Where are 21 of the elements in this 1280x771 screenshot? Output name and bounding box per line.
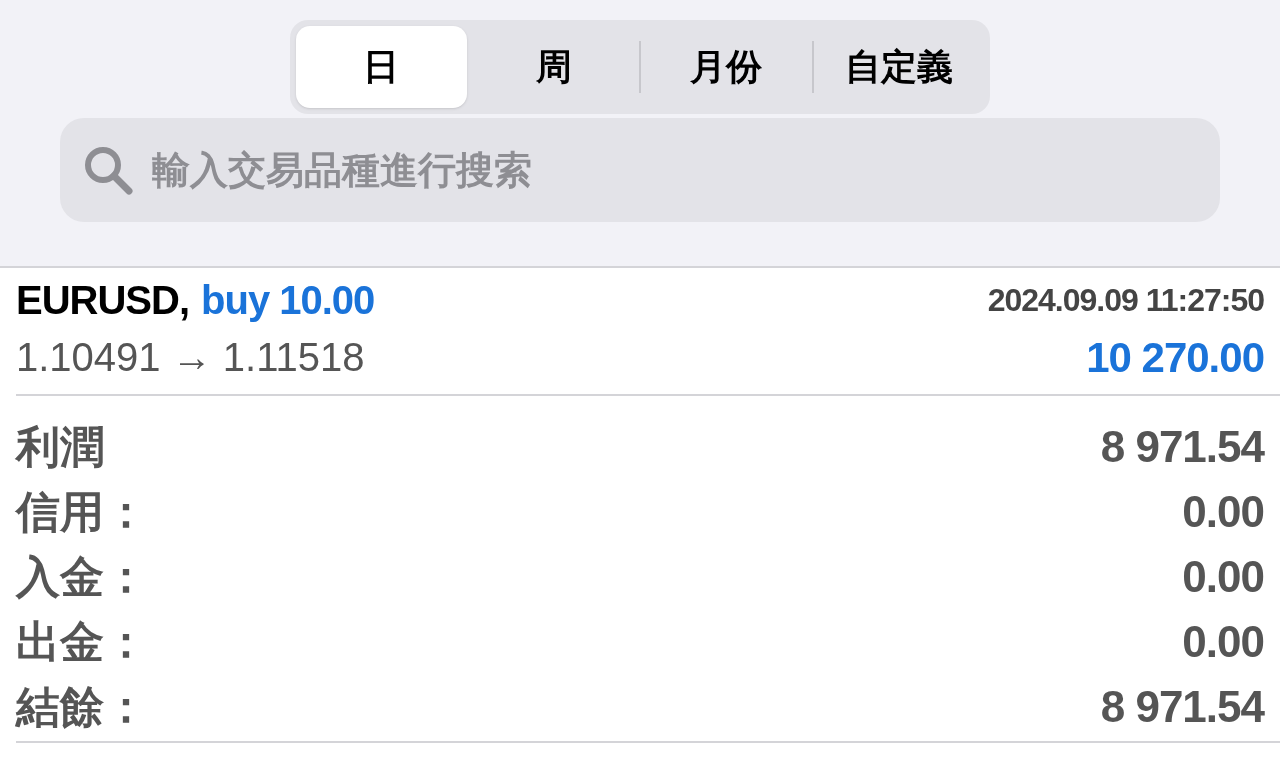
- trade-direction: buy 10.00: [201, 277, 375, 324]
- summary-value: 0.00: [1182, 485, 1264, 538]
- summary-value: 0.00: [1182, 615, 1264, 668]
- period-tab[interactable]: 周: [468, 26, 639, 108]
- symbol-label: EURUSD,: [16, 277, 190, 324]
- period-tab[interactable]: 日: [296, 26, 467, 108]
- trade-profit: 10 270.00: [1086, 332, 1264, 383]
- search-field[interactable]: 輸入交易品種進行搜索: [60, 118, 1220, 222]
- summary-label: 入金：: [16, 550, 148, 603]
- price-range: 1.10491 → 1.11518: [16, 334, 365, 381]
- trade-time: 2024.09.09 11:27:50: [987, 281, 1264, 320]
- summary-label: 利潤: [16, 420, 104, 473]
- search-icon: [82, 144, 134, 196]
- summary-label: 結餘：: [16, 680, 148, 733]
- period-tab[interactable]: 自定義: [813, 26, 984, 108]
- summary-label: 出金：: [16, 615, 148, 668]
- period-tab[interactable]: 月份: [641, 26, 812, 108]
- summary-value: 8 971.54: [1100, 420, 1264, 473]
- summary-value: 8 971.54: [1100, 680, 1264, 733]
- summary-label: 信用：: [16, 485, 148, 538]
- summary-value: 0.00: [1182, 550, 1264, 603]
